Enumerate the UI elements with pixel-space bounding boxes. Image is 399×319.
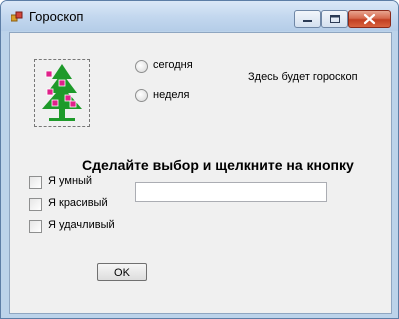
minimize-button[interactable] bbox=[294, 10, 321, 28]
checkbox-lucky-label: Я удачливый bbox=[48, 219, 115, 231]
horoscope-picture bbox=[34, 59, 90, 127]
radio-today-label: сегодня bbox=[153, 59, 193, 71]
close-icon bbox=[363, 13, 376, 25]
radio-today[interactable] bbox=[135, 60, 148, 73]
title-bar[interactable]: Гороскоп bbox=[1, 1, 398, 31]
christmas-tree-icon bbox=[42, 64, 82, 121]
radio-week-label: неделя bbox=[153, 89, 190, 101]
checkbox-handsome-label: Я красивый bbox=[48, 197, 108, 209]
maximize-button[interactable] bbox=[321, 10, 348, 28]
form-client-area: сегодня неделя Здесь будет гороскоп Сдел… bbox=[9, 32, 392, 314]
horoscope-output-label: Здесь будет гороскоп bbox=[248, 71, 358, 83]
maximize-icon bbox=[330, 15, 340, 23]
result-textbox[interactable] bbox=[135, 182, 327, 202]
horoscope-window: Гороскоп сегодня неделя Здесь будет горо… bbox=[0, 0, 399, 319]
checkbox-lucky[interactable] bbox=[29, 220, 42, 233]
close-button[interactable] bbox=[348, 10, 391, 28]
minimize-icon bbox=[303, 20, 312, 22]
checkbox-smart-label: Я умный bbox=[48, 175, 93, 187]
checkbox-smart[interactable] bbox=[29, 176, 42, 189]
ok-button[interactable]: OK bbox=[97, 263, 147, 281]
checkbox-handsome[interactable] bbox=[29, 198, 42, 211]
radio-week[interactable] bbox=[135, 89, 148, 102]
instruction-heading: Сделайте выбор и щелкните на кнопку bbox=[82, 157, 354, 173]
window-title: Гороскоп bbox=[29, 9, 84, 24]
app-icon bbox=[11, 11, 23, 22]
